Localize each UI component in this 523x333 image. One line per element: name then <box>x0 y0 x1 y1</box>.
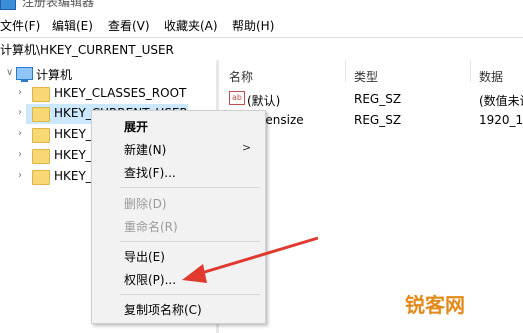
chevron-right-icon[interactable]: › <box>18 88 28 98</box>
menu-file[interactable]: 文件(F) <box>0 17 40 34</box>
chevron-right-icon[interactable]: › <box>18 171 28 181</box>
menu-help[interactable]: 帮助(H) <box>232 17 274 34</box>
menu-separator <box>120 294 260 295</box>
chevron-right-icon[interactable]: › <box>18 150 28 160</box>
context-menu: 展开 新建(N) > 查找(F)... 删除(D) 重命名(R) 导出(E) 权… <box>91 110 266 324</box>
column-divider[interactable] <box>470 60 471 82</box>
column-header-name[interactable]: 名称 <box>229 68 253 85</box>
context-item-expand[interactable]: 展开 <box>124 118 148 135</box>
tree-root-label: 计算机 <box>36 68 73 82</box>
string-value-icon: ab <box>229 91 245 105</box>
folder-icon <box>32 149 50 164</box>
regedit-app-icon <box>0 0 16 10</box>
tree-item-label: HKEY_ <box>54 127 92 141</box>
computer-icon <box>16 67 33 82</box>
value-type: REG_SZ <box>354 113 402 127</box>
address-bar[interactable]: 计算机\HKEY_CURRENT_USER <box>0 37 523 61</box>
context-item-export[interactable]: 导出(E) <box>124 248 165 265</box>
folder-icon <box>32 87 50 102</box>
menu-edit[interactable]: 编辑(E) <box>52 17 93 34</box>
column-header-type[interactable]: 类型 <box>354 68 378 85</box>
folder-icon <box>32 107 50 122</box>
folder-icon <box>32 128 50 143</box>
menu-bar: 文件(F) 编辑(E) 查看(V) 收藏夹(A) 帮助(H) <box>0 13 523 35</box>
chevron-right-icon[interactable]: › <box>18 129 28 139</box>
folder-icon <box>32 170 50 185</box>
value-data: (数值未设 <box>479 94 523 108</box>
context-item-rename: 重命名(R) <box>124 220 178 234</box>
title-bar: 注册表编辑器 <box>0 0 523 13</box>
menu-separator <box>120 187 260 188</box>
chevron-down-icon[interactable]: ∨ <box>6 68 16 78</box>
column-header-data[interactable]: 数据 <box>479 68 503 85</box>
value-type: REG_SZ <box>354 92 402 106</box>
tree-item-hkcr[interactable]: › HKEY_CLASSES_ROOT <box>0 84 216 104</box>
tree-item-label: HKEY_ <box>54 169 92 183</box>
context-item-find[interactable]: 查找(F)... <box>124 164 176 181</box>
watermark-logo: 锐客网 <box>405 293 465 317</box>
tree-item-label: HKEY_ <box>54 148 92 162</box>
value-name[interactable]: (默认) <box>247 92 280 109</box>
context-item-copy-key-name[interactable]: 复制项名称(C) <box>124 301 202 318</box>
value-data: 1920_10 <box>479 113 523 127</box>
chevron-right-icon: > <box>242 141 252 154</box>
context-item-new[interactable]: 新建(N) <box>124 141 166 158</box>
address-path: 计算机\HKEY_CURRENT_USER <box>0 43 174 57</box>
menu-separator <box>120 241 260 242</box>
tree-item-label: HKEY_CLASSES_ROOT <box>54 86 187 100</box>
context-item-permissions[interactable]: 权限(P)... <box>124 271 176 288</box>
window-title: 注册表编辑器 <box>22 0 95 9</box>
menu-view[interactable]: 查看(V) <box>108 17 150 34</box>
menu-favorites[interactable]: 收藏夹(A) <box>164 17 218 34</box>
tree-item-computer[interactable]: ∨ 计算机 <box>0 64 216 84</box>
context-item-delete: 删除(D) <box>124 197 167 211</box>
column-divider[interactable] <box>345 60 346 82</box>
chevron-right-icon[interactable]: › <box>18 108 28 118</box>
